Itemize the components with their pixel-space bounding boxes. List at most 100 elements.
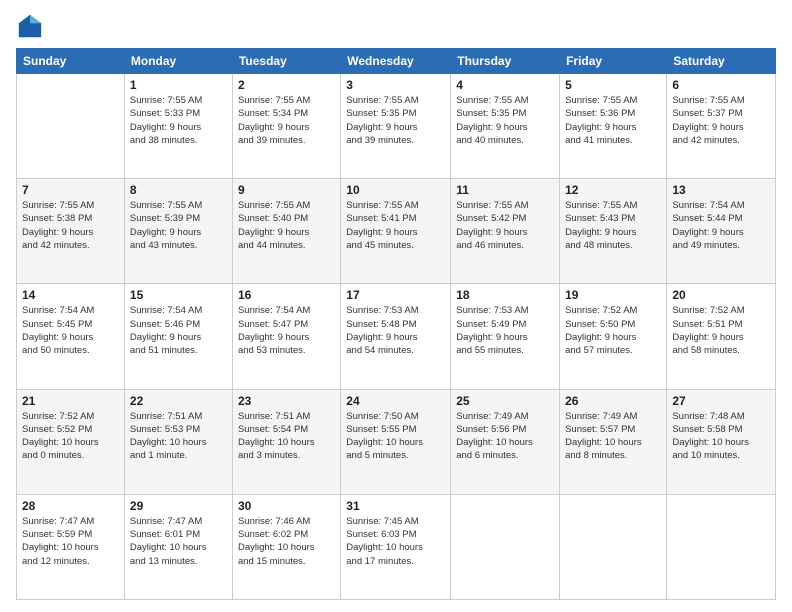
day-info: Sunrise: 7:55 AMSunset: 5:35 PMDaylight:…: [456, 94, 554, 147]
day-info: Sunrise: 7:54 AMSunset: 5:47 PMDaylight:…: [238, 304, 335, 357]
day-info: Sunrise: 7:55 AMSunset: 5:41 PMDaylight:…: [346, 199, 445, 252]
day-info: Sunrise: 7:55 AMSunset: 5:34 PMDaylight:…: [238, 94, 335, 147]
day-number: 4: [456, 78, 554, 92]
day-info: Sunrise: 7:53 AMSunset: 5:49 PMDaylight:…: [456, 304, 554, 357]
day-cell: 22 Sunrise: 7:51 AMSunset: 5:53 PMDayligh…: [124, 389, 232, 494]
day-number: 6: [672, 78, 770, 92]
day-cell: 10Sunrise: 7:55 AMSunset: 5:41 PMDayligh…: [341, 179, 451, 284]
day-info: Sunrise: 7:47 AMSunset: 6:01 PMDaylight:…: [130, 515, 227, 568]
day-info: Sunrise: 7:55 AMSunset: 5:42 PMDaylight:…: [456, 199, 554, 252]
day-header-monday: Monday: [124, 49, 232, 74]
day-cell: 7 Sunrise: 7:55 AMSunset: 5:38 PMDaylight…: [17, 179, 125, 284]
day-number: 31: [346, 499, 445, 513]
day-number: 15: [130, 288, 227, 302]
day-info: Sunrise: 7:55 AMSunset: 5:38 PMDaylight:…: [22, 199, 119, 252]
day-number: 22: [130, 394, 227, 408]
day-header-thursday: Thursday: [451, 49, 560, 74]
day-number: 12: [565, 183, 661, 197]
day-cell: 26 Sunrise: 7:49 AMSunset: 5:57 PMDayligh…: [560, 389, 667, 494]
header: [16, 12, 776, 40]
day-info: Sunrise: 7:55 AMSunset: 5:37 PMDaylight:…: [672, 94, 770, 147]
day-number: 2: [238, 78, 335, 92]
day-number: 19: [565, 288, 661, 302]
day-info: Sunrise: 7:53 AMSunset: 5:48 PMDaylight:…: [346, 304, 445, 357]
day-info: Sunrise: 7:52 AMSunset: 5:51 PMDaylight:…: [672, 304, 770, 357]
day-info: Sunrise: 7:48 AMSunset: 5:58 PMDaylight:…: [672, 410, 770, 463]
day-number: 25: [456, 394, 554, 408]
day-cell: 9 Sunrise: 7:55 AMSunset: 5:40 PMDaylight…: [232, 179, 340, 284]
day-number: 24: [346, 394, 445, 408]
day-info: Sunrise: 7:51 AMSunset: 5:54 PMDaylight:…: [238, 410, 335, 463]
calendar-table: SundayMondayTuesdayWednesdayThursdayFrid…: [16, 48, 776, 600]
page: SundayMondayTuesdayWednesdayThursdayFrid…: [0, 0, 792, 612]
day-info: Sunrise: 7:52 AMSunset: 5:52 PMDaylight:…: [22, 410, 119, 463]
day-info: Sunrise: 7:49 AMSunset: 5:56 PMDaylight:…: [456, 410, 554, 463]
day-number: 14: [22, 288, 119, 302]
day-number: 27: [672, 394, 770, 408]
day-info: Sunrise: 7:54 AMSunset: 5:44 PMDaylight:…: [672, 199, 770, 252]
day-info: Sunrise: 7:46 AMSunset: 6:02 PMDaylight:…: [238, 515, 335, 568]
day-header-friday: Friday: [560, 49, 667, 74]
day-number: 29: [130, 499, 227, 513]
week-row-2: 14 Sunrise: 7:54 AMSunset: 5:45 PMDayligh…: [17, 284, 776, 389]
day-cell: 5Sunrise: 7:55 AMSunset: 5:36 PMDaylight…: [560, 74, 667, 179]
day-cell: 15 Sunrise: 7:54 AMSunset: 5:46 PMDayligh…: [124, 284, 232, 389]
day-cell: 12Sunrise: 7:55 AMSunset: 5:43 PMDayligh…: [560, 179, 667, 284]
day-cell: 11 Sunrise: 7:55 AMSunset: 5:42 PMDayligh…: [451, 179, 560, 284]
header-row: SundayMondayTuesdayWednesdayThursdayFrid…: [17, 49, 776, 74]
day-number: 11: [456, 183, 554, 197]
day-cell: 23Sunrise: 7:51 AMSunset: 5:54 PMDayligh…: [232, 389, 340, 494]
day-cell: 24 Sunrise: 7:50 AMSunset: 5:55 PMDayligh…: [341, 389, 451, 494]
day-cell: [667, 494, 776, 599]
day-cell: [17, 74, 125, 179]
day-info: Sunrise: 7:51 AMSunset: 5:53 PMDaylight:…: [130, 410, 227, 463]
day-header-sunday: Sunday: [17, 49, 125, 74]
day-cell: 19 Sunrise: 7:52 AMSunset: 5:50 PMDayligh…: [560, 284, 667, 389]
day-info: Sunrise: 7:52 AMSunset: 5:50 PMDaylight:…: [565, 304, 661, 357]
day-cell: 16 Sunrise: 7:54 AMSunset: 5:47 PMDayligh…: [232, 284, 340, 389]
day-number: 21: [22, 394, 119, 408]
logo-icon: [16, 12, 44, 40]
day-info: Sunrise: 7:55 AMSunset: 5:39 PMDaylight:…: [130, 199, 227, 252]
day-number: 26: [565, 394, 661, 408]
day-cell: 4 Sunrise: 7:55 AMSunset: 5:35 PMDaylight…: [451, 74, 560, 179]
day-cell: 13 Sunrise: 7:54 AMSunset: 5:44 PMDayligh…: [667, 179, 776, 284]
week-row-3: 21 Sunrise: 7:52 AMSunset: 5:52 PMDayligh…: [17, 389, 776, 494]
day-number: 28: [22, 499, 119, 513]
day-number: 5: [565, 78, 661, 92]
day-number: 13: [672, 183, 770, 197]
day-header-wednesday: Wednesday: [341, 49, 451, 74]
day-number: 9: [238, 183, 335, 197]
day-info: Sunrise: 7:45 AMSunset: 6:03 PMDaylight:…: [346, 515, 445, 568]
day-info: Sunrise: 7:54 AMSunset: 5:45 PMDaylight:…: [22, 304, 119, 357]
day-info: Sunrise: 7:55 AMSunset: 5:40 PMDaylight:…: [238, 199, 335, 252]
day-number: 20: [672, 288, 770, 302]
day-number: 7: [22, 183, 119, 197]
day-number: 1: [130, 78, 227, 92]
day-cell: [451, 494, 560, 599]
day-cell: 8 Sunrise: 7:55 AMSunset: 5:39 PMDaylight…: [124, 179, 232, 284]
day-cell: 18Sunrise: 7:53 AMSunset: 5:49 PMDayligh…: [451, 284, 560, 389]
week-row-4: 28 Sunrise: 7:47 AMSunset: 5:59 PMDayligh…: [17, 494, 776, 599]
day-cell: 1 Sunrise: 7:55 AMSunset: 5:33 PMDaylight…: [124, 74, 232, 179]
day-number: 30: [238, 499, 335, 513]
day-cell: 20 Sunrise: 7:52 AMSunset: 5:51 PMDayligh…: [667, 284, 776, 389]
day-cell: 14 Sunrise: 7:54 AMSunset: 5:45 PMDayligh…: [17, 284, 125, 389]
day-info: Sunrise: 7:49 AMSunset: 5:57 PMDaylight:…: [565, 410, 661, 463]
day-number: 8: [130, 183, 227, 197]
day-cell: 17 Sunrise: 7:53 AMSunset: 5:48 PMDayligh…: [341, 284, 451, 389]
day-cell: 30 Sunrise: 7:46 AMSunset: 6:02 PMDayligh…: [232, 494, 340, 599]
day-cell: 27 Sunrise: 7:48 AMSunset: 5:58 PMDayligh…: [667, 389, 776, 494]
day-info: Sunrise: 7:55 AMSunset: 5:35 PMDaylight:…: [346, 94, 445, 147]
day-number: 3: [346, 78, 445, 92]
day-header-saturday: Saturday: [667, 49, 776, 74]
day-number: 16: [238, 288, 335, 302]
day-info: Sunrise: 7:50 AMSunset: 5:55 PMDaylight:…: [346, 410, 445, 463]
day-info: Sunrise: 7:47 AMSunset: 5:59 PMDaylight:…: [22, 515, 119, 568]
week-row-1: 7 Sunrise: 7:55 AMSunset: 5:38 PMDaylight…: [17, 179, 776, 284]
day-cell: 28 Sunrise: 7:47 AMSunset: 5:59 PMDayligh…: [17, 494, 125, 599]
day-cell: 3 Sunrise: 7:55 AMSunset: 5:35 PMDaylight…: [341, 74, 451, 179]
day-info: Sunrise: 7:55 AMSunset: 5:33 PMDaylight:…: [130, 94, 227, 147]
day-number: 17: [346, 288, 445, 302]
day-info: Sunrise: 7:54 AMSunset: 5:46 PMDaylight:…: [130, 304, 227, 357]
